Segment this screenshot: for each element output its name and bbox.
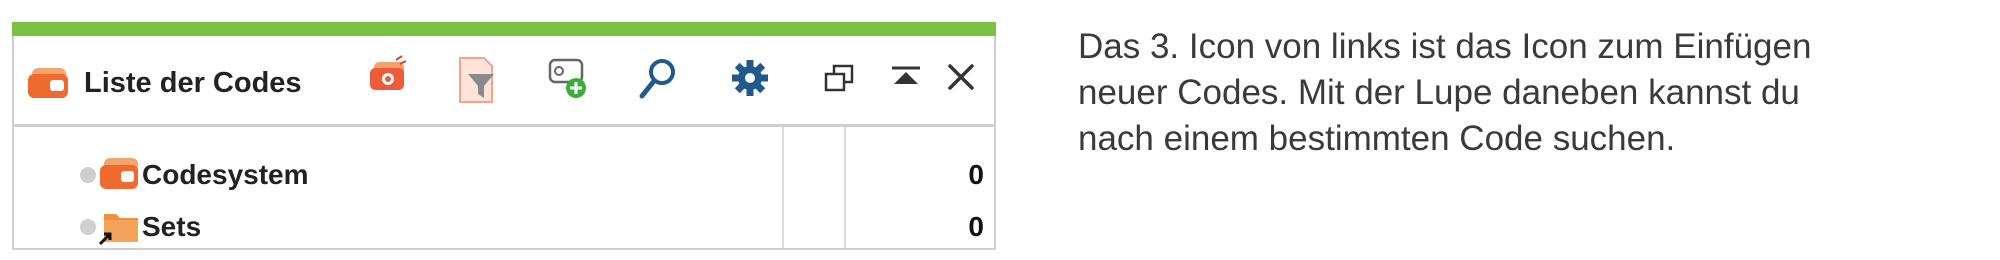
code-set-icon	[364, 54, 412, 102]
collapse-up-icon	[886, 54, 934, 106]
tree-row-count: 0	[968, 159, 984, 190]
settings-gear-icon	[726, 54, 774, 106]
tree-row-label: Codesystem	[142, 159, 309, 190]
undock-window-icon	[822, 54, 870, 106]
code-system-icon	[98, 156, 142, 197]
tree-row-count: 0	[968, 211, 984, 242]
folder-shortcut-icon	[98, 208, 142, 251]
search-button[interactable]	[634, 54, 682, 106]
caption-line: neuer Codes. Mit der Lupe daneben kannst…	[1078, 73, 1800, 112]
caption-line: nach einem bestimmten Code suchen.	[1078, 119, 1676, 158]
filter-document-button[interactable]	[454, 54, 502, 106]
close-icon	[942, 54, 990, 106]
settings-button[interactable]	[726, 54, 774, 106]
code-set-button[interactable]	[364, 54, 412, 106]
new-code-icon	[544, 54, 592, 106]
caption-line: Das 3. Icon von links ist das Icon zum E…	[1078, 27, 1812, 66]
filter-document-icon	[454, 54, 502, 106]
panel-toolbar: Liste der Codes	[14, 36, 994, 124]
tree-row-sets[interactable]: Sets 0	[14, 204, 994, 250]
explanation-caption: Das 3. Icon von links ist das Icon zum E…	[1078, 24, 1878, 162]
undock-window-button[interactable]	[822, 54, 870, 106]
tree-row-label: Sets	[142, 211, 202, 242]
tree-row-codesystem[interactable]: Codesystem 0	[14, 152, 994, 198]
collapse-up-button[interactable]	[886, 54, 934, 106]
expand-dot-icon[interactable]	[80, 219, 96, 235]
code-list-icon	[28, 66, 72, 105]
panel-title: Liste der Codes	[84, 67, 302, 99]
close-button[interactable]	[942, 54, 990, 106]
search-icon	[634, 54, 682, 106]
expand-dot-icon[interactable]	[80, 167, 96, 183]
toolbar-divider	[14, 124, 994, 127]
code-list-panel: Liste der Codes Codesystem 0 Sets 0	[12, 22, 996, 250]
new-code-button[interactable]	[544, 54, 592, 106]
panel-accent-bar	[12, 22, 996, 36]
